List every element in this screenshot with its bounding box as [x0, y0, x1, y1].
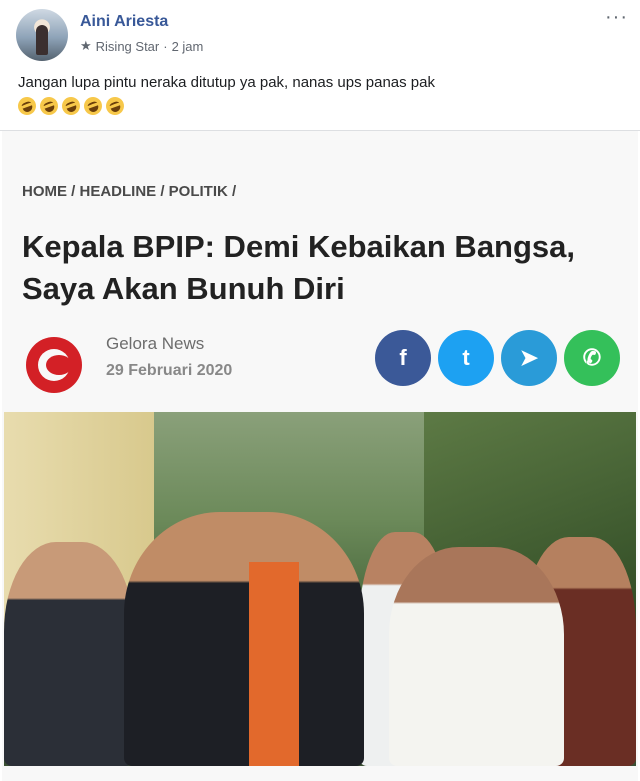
laughing-emoji-icon [15, 94, 39, 118]
laughing-emoji-icon [103, 94, 127, 118]
laughing-emoji-icon [81, 94, 105, 118]
more-options-icon[interactable]: ··· [605, 6, 628, 29]
emoji-row [15, 94, 128, 120]
laughing-emoji-icon [59, 94, 83, 118]
avatar-figure [36, 25, 48, 55]
meta-separator: · [163, 38, 168, 54]
author-name[interactable]: Aini Ariesta [80, 13, 168, 31]
star-icon: ★ [80, 38, 92, 53]
shared-article-image[interactable]: HOME / HEADLINE / POLITIK / Kepala BPIP:… [2, 131, 638, 781]
post-meta: ★ Rising Star · 2 jam [80, 38, 203, 54]
facebook-share-icon: f [375, 330, 431, 386]
article-headline: Kepala BPIP: Demi Kebaikan Bangsa, Saya … [22, 229, 576, 306]
photo-person-center [124, 512, 364, 766]
photo-person [389, 547, 564, 766]
article-date: 29 Februari 2020 [106, 362, 233, 379]
avatar[interactable] [16, 9, 68, 61]
telegram-share-icon: ➤ [501, 330, 557, 386]
gelora-news-logo [26, 337, 82, 393]
photo-orange-shirt [249, 562, 299, 766]
post-header: Aini Ariesta ★ Rising Star · 2 jam ··· J… [0, 0, 640, 130]
post-text: Jangan lupa pintu neraka ditutup ya pak,… [18, 74, 435, 91]
whatsapp-share-icon: ✆ [564, 330, 620, 386]
article-source: Gelora News [106, 334, 205, 353]
photo-person [4, 542, 134, 766]
laughing-emoji-icon [37, 94, 61, 118]
twitter-share-icon: t [438, 330, 494, 386]
article-photo [4, 412, 636, 766]
post-time[interactable]: 2 jam [172, 39, 204, 54]
breadcrumb: HOME / HEADLINE / POLITIK / [22, 183, 237, 200]
badge-label: Rising Star [95, 38, 160, 54]
